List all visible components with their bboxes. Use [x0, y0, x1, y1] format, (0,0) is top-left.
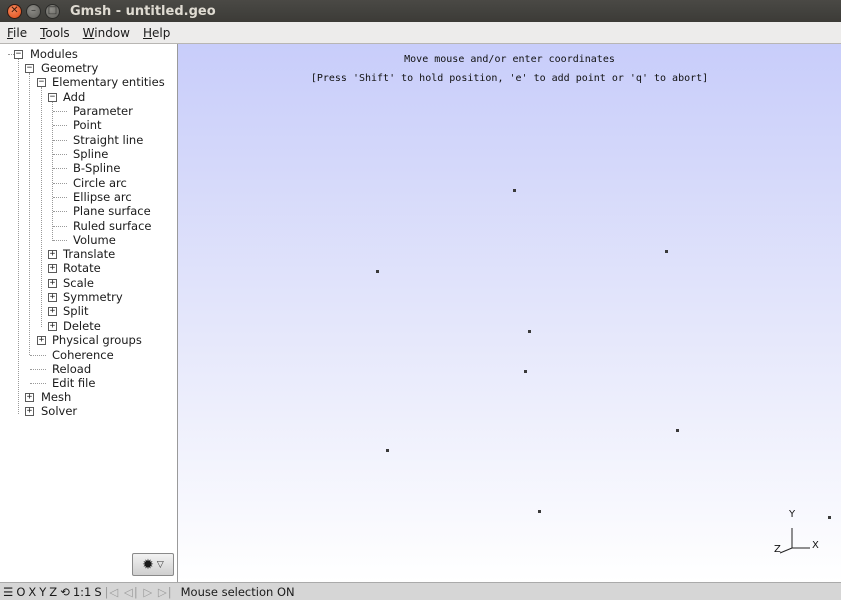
tree-connector	[30, 355, 46, 356]
axis-label-y: Y	[789, 509, 796, 520]
rotate-icon[interactable]: ⟲	[60, 585, 70, 599]
axis-label-z: Z	[774, 544, 781, 555]
expand-solver-toggle[interactable]: +	[25, 407, 34, 416]
maximize-window-button[interactable]: □	[45, 3, 60, 19]
collapse-elementary-toggle[interactable]: −	[37, 78, 46, 87]
tree-connector	[18, 59, 19, 414]
tree-item-symmetry[interactable]: Symmetry	[63, 290, 123, 304]
collapse-geometry-toggle[interactable]: −	[25, 64, 34, 73]
close-window-button[interactable]: ✕	[7, 3, 22, 19]
window-title: Gmsh - untitled.geo	[70, 3, 216, 19]
s-button[interactable]: S	[94, 585, 101, 599]
tree-item-translate[interactable]: Translate	[63, 247, 115, 261]
menu-tools[interactable]: Tools	[33, 26, 76, 40]
status-message-line2: [Press 'Shift' to hold position, 'e' to …	[310, 73, 709, 84]
expand-rotate-toggle[interactable]: +	[48, 264, 57, 273]
geometry-point[interactable]	[524, 370, 527, 373]
minimize-window-button[interactable]: –	[26, 3, 41, 19]
scale-one-button[interactable]: 1:1	[73, 585, 92, 599]
menu-help[interactable]: Help	[136, 26, 176, 40]
tree-connector	[30, 383, 46, 384]
tree-item-circle-arc[interactable]: Circle arc	[73, 176, 127, 190]
axis-label-x: X	[812, 540, 819, 551]
status-message-line1: Move mouse and/or enter coordinates	[404, 54, 615, 65]
expand-physical-groups-toggle[interactable]: +	[37, 336, 46, 345]
tree-item-split[interactable]: Split	[63, 304, 89, 318]
tree-connector	[53, 197, 67, 198]
tree-item-edit-file[interactable]: Edit file	[52, 376, 95, 390]
geometry-point[interactable]	[513, 189, 516, 192]
module-tree: − Modules − Geometry − Elementary entiti…	[0, 44, 178, 582]
menu-window[interactable]: Window	[76, 26, 136, 40]
tree-item-modules[interactable]: Modules	[30, 47, 78, 61]
dropdown-triangle-icon: ▽	[156, 559, 164, 570]
tree-connector	[29, 73, 30, 355]
tree-connector	[41, 87, 42, 327]
tree-item-elementary-entities[interactable]: Elementary entities	[52, 75, 165, 89]
tree-connector	[53, 211, 67, 212]
menu-file[interactable]: File	[0, 26, 33, 40]
title-bar: ✕ – □ Gmsh - untitled.geo	[0, 0, 841, 22]
status-bar: ☰ O X Y Z ⟲ 1:1 S |◁ ◁| ▷ ▷| Mouse selec…	[0, 582, 841, 600]
tree-connector	[53, 154, 67, 155]
tree-connector	[8, 54, 14, 55]
tree-connector	[53, 183, 67, 184]
tree-item-spline[interactable]: Spline	[73, 147, 108, 161]
expand-scale-toggle[interactable]: +	[48, 279, 57, 288]
menu-lines-icon[interactable]: ☰	[3, 585, 13, 599]
tree-connector	[30, 369, 46, 370]
geometry-point[interactable]	[376, 270, 379, 273]
tree-item-ellipse-arc[interactable]: Ellipse arc	[73, 190, 132, 204]
tree-connector	[53, 140, 67, 141]
tree-item-rotate[interactable]: Rotate	[63, 261, 101, 275]
view-o-button[interactable]: O	[16, 585, 25, 599]
expand-mesh-toggle[interactable]: +	[25, 393, 34, 402]
tree-item-b-spline[interactable]: B-Spline	[73, 161, 120, 175]
graphics-viewport[interactable]: Move mouse and/or enter coordinates [Pre…	[178, 44, 841, 582]
tree-item-scale[interactable]: Scale	[63, 276, 94, 290]
geometry-point[interactable]	[828, 516, 831, 519]
tree-connector	[53, 125, 67, 126]
tree-item-geometry[interactable]: Geometry	[41, 61, 98, 75]
tree-item-mesh[interactable]: Mesh	[41, 390, 71, 404]
tree-item-parameter[interactable]: Parameter	[73, 104, 133, 118]
tree-connector	[53, 111, 67, 112]
tree-connector	[53, 168, 67, 169]
tree-item-solver[interactable]: Solver	[41, 404, 77, 418]
menu-bar: File Tools Window Help	[0, 22, 841, 44]
tree-connector	[53, 226, 67, 227]
collapse-add-toggle[interactable]: −	[48, 93, 57, 102]
view-y-button[interactable]: Y	[39, 585, 46, 599]
gear-icon: ✹	[142, 556, 154, 573]
tree-item-physical-groups[interactable]: Physical groups	[52, 333, 142, 347]
tree-item-coherence[interactable]: Coherence	[52, 348, 114, 362]
tree-item-ruled-surface[interactable]: Ruled surface	[73, 219, 152, 233]
animation-controls[interactable]: |◁ ◁| ▷ ▷|	[105, 585, 173, 599]
tree-item-add[interactable]: Add	[63, 90, 85, 104]
geometry-point[interactable]	[386, 449, 389, 452]
expand-delete-toggle[interactable]: +	[48, 322, 57, 331]
tree-item-delete[interactable]: Delete	[63, 319, 101, 333]
view-z-button[interactable]: Z	[49, 585, 57, 599]
tree-connector	[53, 240, 67, 241]
tree-connector	[52, 102, 53, 241]
collapse-modules-toggle[interactable]: −	[14, 50, 23, 59]
tree-item-plane-surface[interactable]: Plane surface	[73, 204, 151, 218]
tree-item-reload[interactable]: Reload	[52, 362, 91, 376]
expand-split-toggle[interactable]: +	[48, 307, 57, 316]
geometry-point[interactable]	[665, 250, 668, 253]
gmsh-window: ✕ – □ Gmsh - untitled.geo File Tools Win…	[0, 0, 841, 600]
options-gear-button[interactable]: ✹ ▽	[132, 553, 174, 576]
geometry-point[interactable]	[676, 429, 679, 432]
tree-item-point[interactable]: Point	[73, 118, 102, 132]
tree-item-volume[interactable]: Volume	[73, 233, 116, 247]
tree-item-straight-line[interactable]: Straight line	[73, 133, 143, 147]
geometry-point[interactable]	[528, 330, 531, 333]
view-x-button[interactable]: X	[28, 585, 36, 599]
expand-translate-toggle[interactable]: +	[48, 250, 57, 259]
geometry-point[interactable]	[538, 510, 541, 513]
status-message: Mouse selection ON	[180, 584, 295, 599]
expand-symmetry-toggle[interactable]: +	[48, 293, 57, 302]
